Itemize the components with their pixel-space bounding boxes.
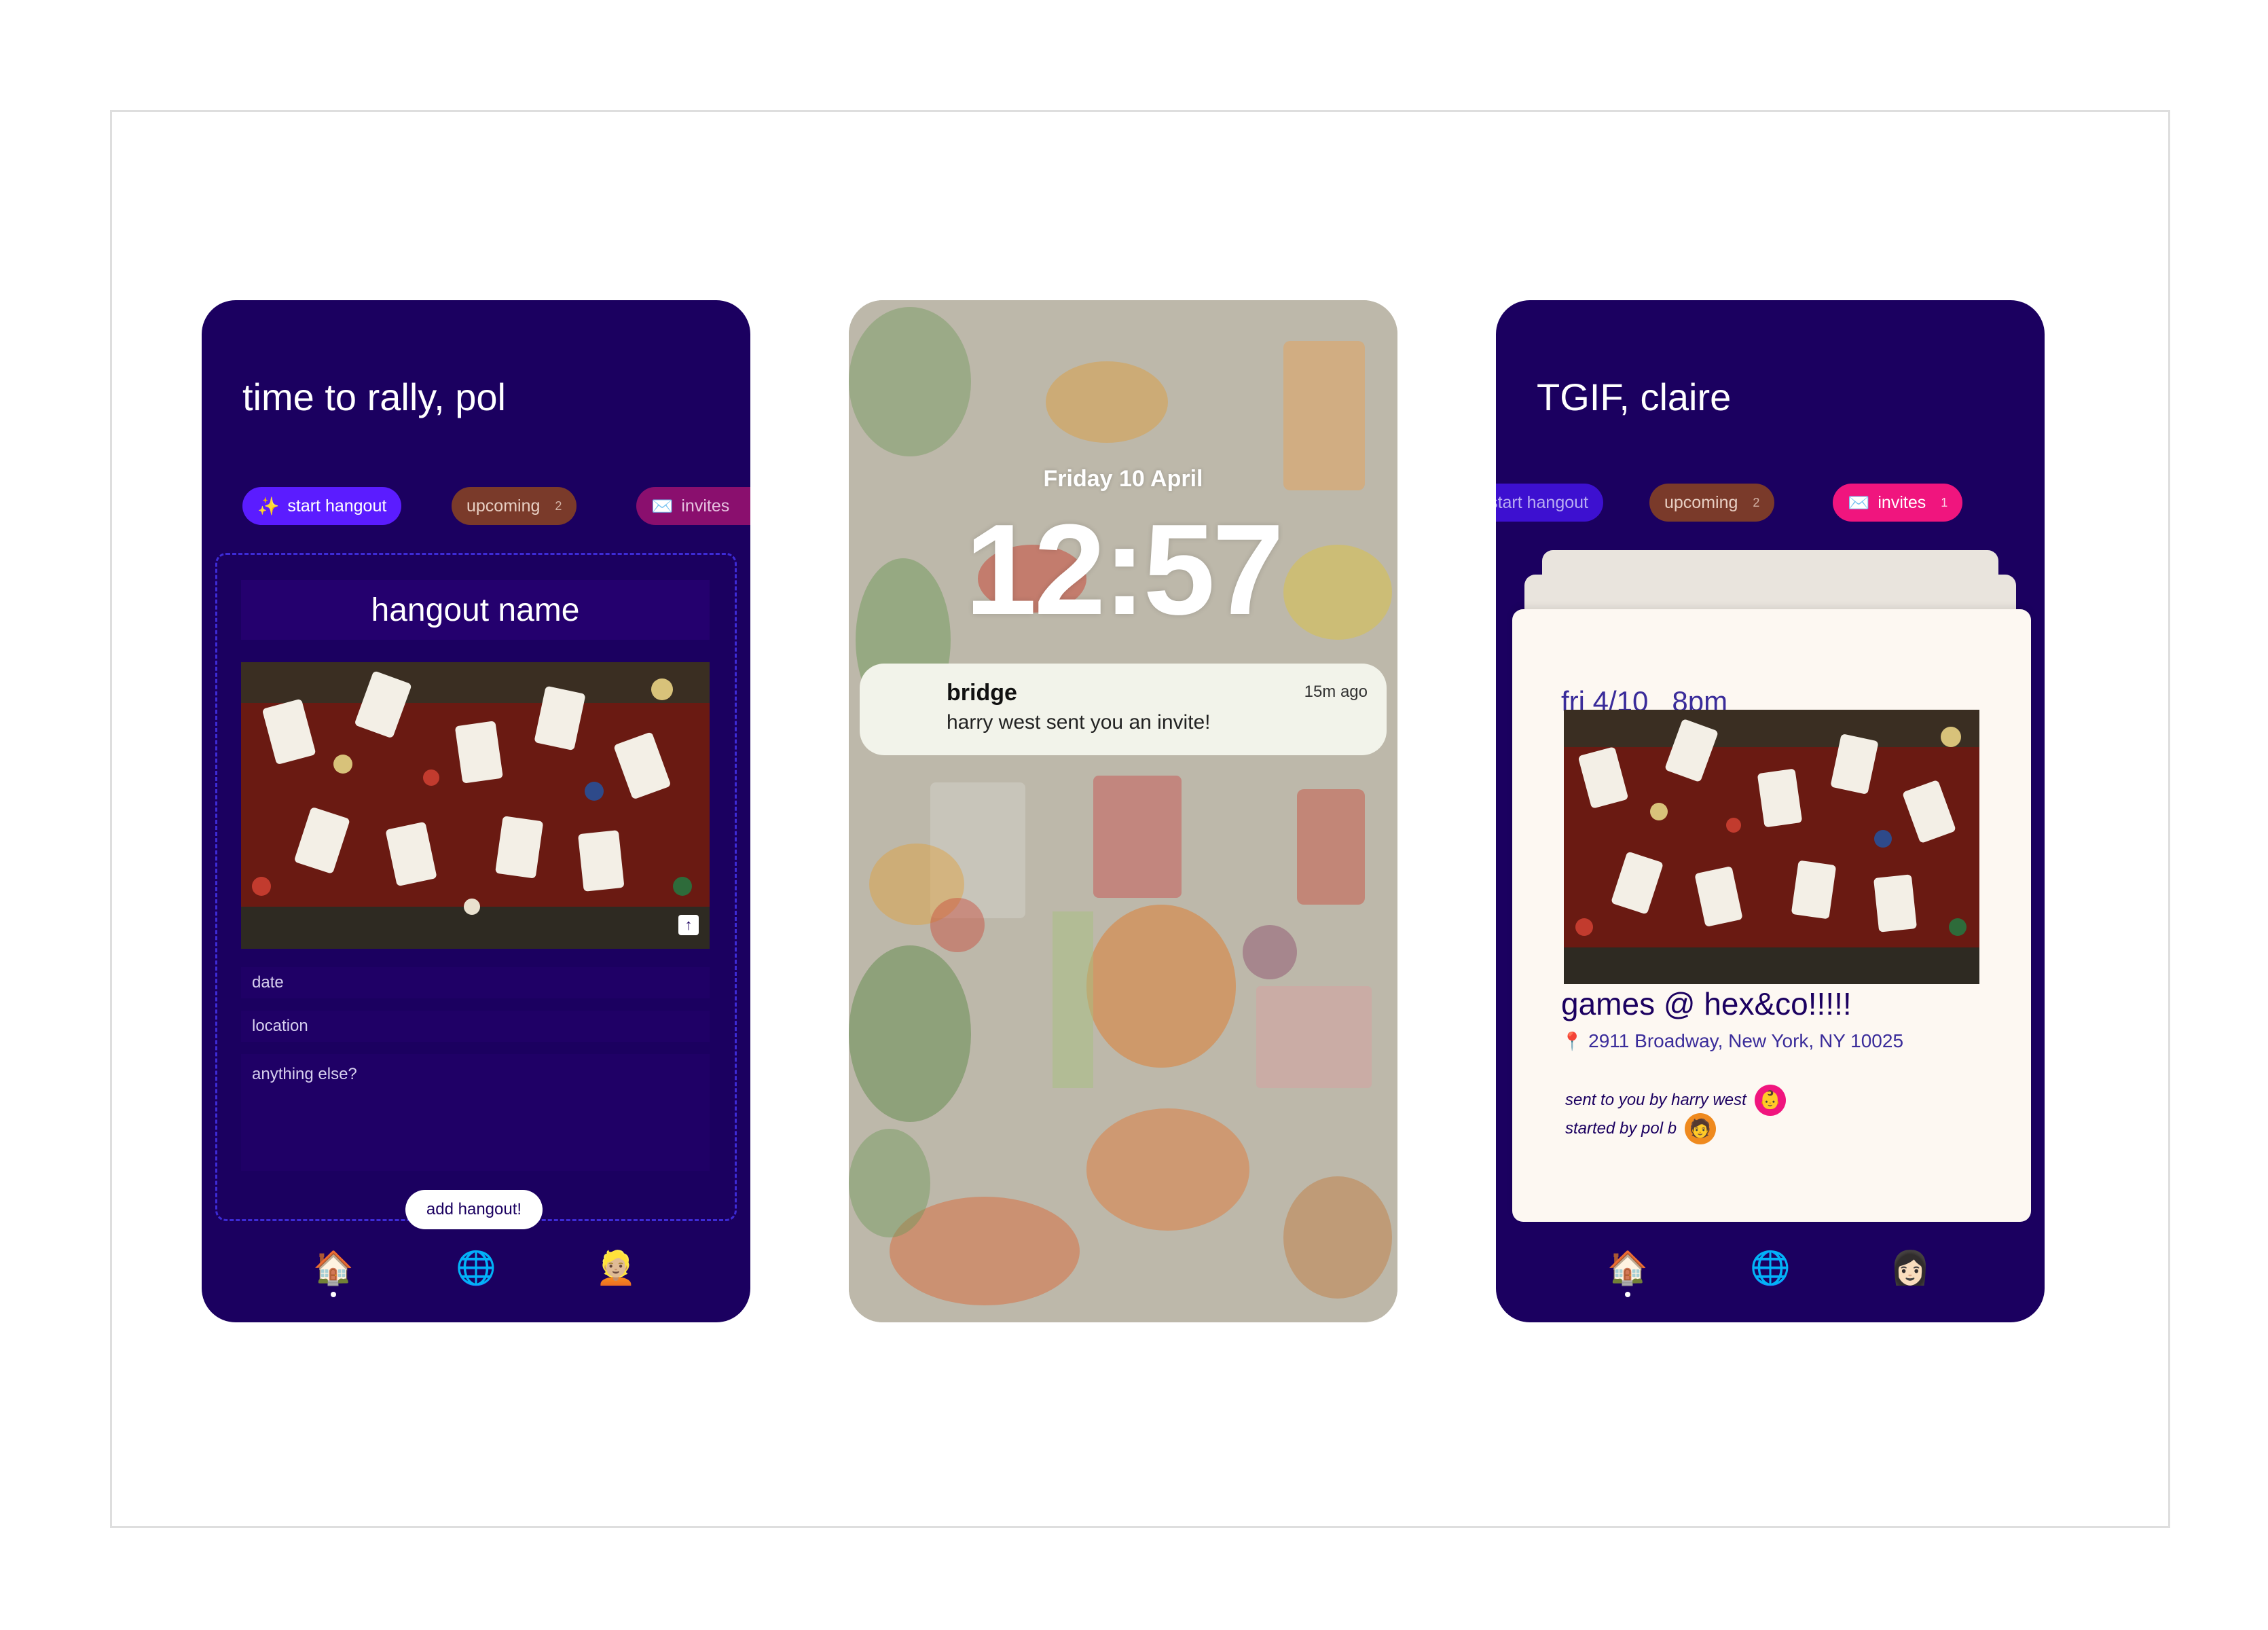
invite-notification[interactable]: bridge harry west sent you an invite! 15… <box>860 664 1387 755</box>
add-hangout-button[interactable]: add hangout! <box>405 1190 543 1229</box>
tab-upcoming[interactable]: upcoming 2 <box>1649 484 1775 522</box>
sent-by-row: sent to you by harry west 👶 <box>1565 1085 1786 1116</box>
notes-input[interactable]: anything else? <box>241 1054 710 1171</box>
game-table-image <box>241 662 710 949</box>
envelope-icon: ✉️ <box>651 495 674 516</box>
hangout-title: games @ hex&co!!!!! <box>1561 986 1852 1021</box>
lock-clock: 12:57 <box>965 498 1284 642</box>
upcoming-count-badge: 2 <box>555 499 562 513</box>
tab-label: invites <box>1878 492 1926 512</box>
globe-icon[interactable]: 🌐 <box>1750 1248 1791 1288</box>
produce-wallpaper <box>849 300 1397 1322</box>
tab-label: invites <box>681 496 730 515</box>
profile-avatar-icon[interactable]: 👩🏻 <box>1890 1248 1931 1288</box>
notification-time: 15m ago <box>1304 683 1368 701</box>
invites-screen: TGIF, claire start hangout upcoming 2 ✉️… <box>1496 300 2045 1322</box>
tab-start-hangout[interactable]: start hangout <box>1496 484 1603 522</box>
sender-avatar-icon[interactable]: 👶 <box>1754 1085 1786 1116</box>
game-table-image <box>1564 710 1979 984</box>
tab-label: start hangout <box>287 496 387 515</box>
organizer-avatar-icon[interactable]: 🧑 <box>1685 1113 1717 1144</box>
upload-icon[interactable]: ↑ <box>678 915 699 935</box>
greeting: time to rally, pol <box>242 376 506 418</box>
home-icon[interactable]: 🏠 <box>1607 1248 1648 1288</box>
upcoming-count-badge: 2 <box>1753 495 1760 509</box>
create-hangout-screen: time to rally, pol ✨ start hangout upcom… <box>202 300 750 1322</box>
active-nav-indicator <box>1625 1292 1630 1297</box>
invite-card[interactable]: fri 4/10 8pm games @ hex&co!!!!! 📍 2911 … <box>1512 609 2031 1222</box>
lock-date: Friday 10 April <box>1043 466 1203 492</box>
address-text: 2911 Broadway, New York, NY 10025 <box>1588 1030 1904 1051</box>
notification-app-name: bridge <box>947 680 1017 706</box>
hangout-location: 📍 2911 Broadway, New York, NY 10025 <box>1561 1030 1903 1052</box>
home-icon[interactable]: 🏠 <box>313 1248 354 1288</box>
tab-label: upcoming <box>467 496 541 515</box>
pin-icon: 📍 <box>1561 1032 1584 1052</box>
tab-invites[interactable]: ✉️ invites 1 <box>1833 484 1963 522</box>
started-by-row: started by pol b 🧑 <box>1565 1113 1717 1144</box>
sparkles-icon: ✨ <box>257 495 280 516</box>
hangout-photo <box>1564 710 1979 984</box>
tab-label: upcoming <box>1664 492 1738 512</box>
tab-upcoming[interactable]: upcoming 2 <box>452 487 577 525</box>
tab-invites[interactable]: ✉️ invites <box>636 487 750 525</box>
profile-avatar-icon[interactable]: 👱🏼 <box>596 1248 636 1288</box>
date-input[interactable]: date <box>241 967 710 998</box>
greeting: TGIF, claire <box>1537 376 1732 418</box>
active-nav-indicator <box>331 1292 336 1297</box>
hangout-photo[interactable]: ↑ <box>241 662 710 949</box>
globe-icon[interactable]: 🌐 <box>456 1248 496 1288</box>
location-input[interactable]: location <box>241 1011 710 1042</box>
started-by-text: started by pol b <box>1565 1119 1677 1138</box>
sent-by-text: sent to you by harry west <box>1565 1091 1746 1109</box>
invites-count-badge: 1 <box>1941 495 1948 509</box>
envelope-icon: ✉️ <box>1848 492 1870 513</box>
lock-screen: Friday 10 April 12:57 bridge harry west … <box>849 300 1397 1322</box>
tab-label: start hangout <box>1496 492 1588 512</box>
hangout-name-input[interactable]: hangout name <box>241 580 710 640</box>
notification-message: harry west sent you an invite! <box>947 711 1211 734</box>
tab-start-hangout[interactable]: ✨ start hangout <box>242 487 402 525</box>
